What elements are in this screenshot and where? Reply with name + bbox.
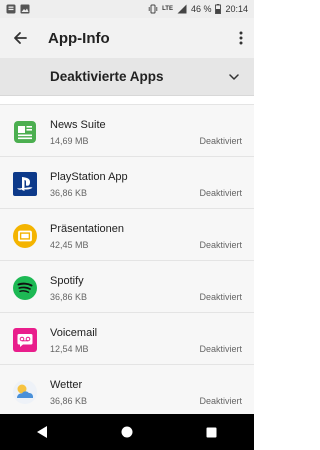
app-name: Wetter	[50, 379, 83, 391]
app-name: Spotify	[50, 275, 84, 287]
nav-recents-icon	[206, 427, 217, 437]
battery-icon	[215, 4, 222, 14]
nav-home-button[interactable]	[107, 414, 147, 450]
signal-icon	[177, 4, 187, 14]
app-size: 36,86 KB	[50, 292, 88, 302]
spotify-icon	[13, 276, 37, 300]
app-row-presentations[interactable]: Präsentationen 42,45 MB Deaktiviert	[0, 209, 254, 261]
more-vert-icon	[239, 31, 243, 45]
nav-recents-button[interactable]	[192, 414, 232, 450]
nav-back-icon	[37, 426, 48, 438]
app-row-spotify[interactable]: Spotify 36,86 KB Deaktiviert	[0, 261, 254, 313]
app-row-playstation[interactable]: PlayStation App 36,86 KB Deaktiviert	[0, 157, 254, 209]
network-type: LTE	[162, 6, 173, 12]
app-status: Deaktiviert	[199, 188, 242, 198]
app-name: Präsentationen	[50, 223, 124, 235]
app-row-news-suite[interactable]: News Suite 14,69 MB Deaktiviert	[0, 105, 254, 157]
chevron-down-icon	[214, 73, 254, 80]
page-title: App-Info	[48, 29, 110, 47]
app-list: News Suite 14,69 MB Deaktiviert PlayStat…	[0, 104, 254, 414]
app-size: 14,69 MB	[50, 136, 89, 146]
battery-percent: 46 %	[190, 4, 212, 14]
app-size: 36,86 KB	[50, 188, 88, 198]
app-filter-dropdown[interactable]: Deaktivierte Apps	[0, 58, 254, 96]
notification-icon	[6, 4, 16, 14]
app-name: PlayStation App	[50, 171, 128, 183]
vibrate-icon	[148, 4, 158, 14]
filter-selected-value: Deaktivierte Apps	[50, 69, 164, 84]
news-suite-icon	[14, 121, 36, 143]
playstation-icon	[13, 172, 37, 196]
app-status: Deaktiviert	[199, 396, 242, 406]
arrow-back-icon	[14, 32, 27, 44]
app-size: 42,45 MB	[50, 240, 89, 250]
app-status: Deaktiviert	[199, 344, 242, 354]
voicemail-icon	[13, 328, 37, 352]
system-nav-bar	[0, 414, 254, 450]
more-options-button[interactable]	[228, 18, 254, 58]
app-row-weather[interactable]: Wetter 36,86 KB Deaktiviert	[0, 365, 254, 414]
status-right: LTE 46 % 20:14	[148, 4, 248, 14]
app-row-voicemail[interactable]: Voicemail 12,54 MB Deaktiviert	[0, 313, 254, 365]
app-status: Deaktiviert	[199, 136, 242, 146]
app-bar: App-Info	[0, 18, 254, 58]
image-icon	[20, 4, 30, 14]
app-status: Deaktiviert	[199, 292, 242, 302]
app-name: Voicemail	[50, 327, 98, 339]
status-bar: LTE 46 % 20:14	[0, 0, 254, 18]
back-button[interactable]	[0, 18, 40, 58]
app-name: News Suite	[50, 119, 106, 131]
status-left	[6, 4, 30, 14]
app-size: 12,54 MB	[50, 344, 89, 354]
nav-home-icon	[121, 426, 133, 438]
app-status: Deaktiviert	[199, 240, 242, 250]
app-size: 36,86 KB	[50, 396, 88, 406]
presentations-icon	[13, 224, 37, 248]
clock: 20:14	[225, 4, 248, 14]
nav-back-button[interactable]	[22, 414, 62, 450]
weather-icon	[13, 380, 37, 404]
